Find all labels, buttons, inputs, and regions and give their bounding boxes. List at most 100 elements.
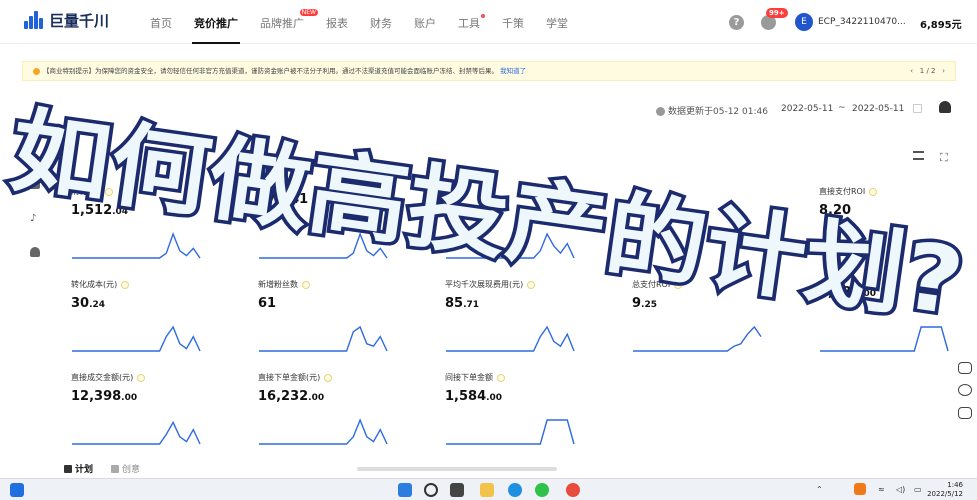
edge-icon[interactable]: [508, 483, 522, 497]
metric-label: 间接下单金额: [445, 372, 595, 383]
metric-value-decimal: .00: [860, 289, 877, 299]
trend-line: [72, 232, 201, 259]
horizontal-scrollbar[interactable]: [357, 467, 557, 471]
question-icon[interactable]: [674, 280, 683, 289]
metric-value-decimal: .00: [121, 393, 138, 403]
search-icon[interactable]: [424, 483, 438, 497]
headset-icon[interactable]: [958, 384, 972, 396]
metric-value-decimal: .25: [641, 300, 657, 310]
nav-item-home[interactable]: 首页: [150, 15, 172, 31]
date-separator: ~: [838, 103, 846, 113]
trend-line: [633, 325, 762, 352]
metric-card[interactable]: 直接下单金额(元) 16,232.00: [258, 372, 408, 462]
wechat-icon[interactable]: [535, 483, 549, 497]
nav-item-brand[interactable]: 品牌推广 NEW: [260, 9, 318, 31]
feedback-icon[interactable]: [958, 407, 972, 419]
end-date[interactable]: 2022-05-11: [852, 104, 904, 114]
tab-creative[interactable]: 创意: [111, 462, 140, 475]
nav-item-qiance[interactable]: 千策: [502, 15, 524, 31]
nav-item-reports[interactable]: 报表: [326, 15, 348, 31]
metric-card[interactable]: 1,584.00: [819, 279, 969, 369]
metric-value-int: 8.20: [819, 203, 852, 218]
question-icon[interactable]: [527, 280, 536, 289]
metric-card[interactable]: [632, 186, 782, 276]
metric-value: 85.71: [445, 296, 595, 311]
metric-card[interactable]: 消耗(元) 1,512.04: [71, 186, 221, 276]
metric-card[interactable]: 平均千次展现费用(元) 85.71: [445, 279, 595, 369]
metric-label-text: 间接下单金额: [445, 373, 493, 382]
user-icon[interactable]: [30, 247, 40, 257]
metric-card[interactable]: 间接下单金额 1,584.00: [445, 372, 595, 462]
question-icon[interactable]: [137, 373, 146, 382]
question-icon[interactable]: [324, 373, 333, 382]
metric-value-int: 12,398: [71, 389, 122, 404]
tab-plan-label: 计划: [75, 465, 94, 475]
metric-card[interactable]: [445, 186, 595, 276]
nav-item-academy[interactable]: 学堂: [546, 15, 568, 31]
info-icon: [656, 107, 665, 116]
trend-sparkline: [820, 326, 949, 352]
nav-item-brand-label: 品牌推广: [260, 17, 304, 30]
metric-value-int: 17,641: [258, 192, 309, 207]
question-icon[interactable]: [105, 187, 114, 196]
nav-item-tools[interactable]: 工具: [458, 14, 485, 31]
tray-app-icon[interactable]: [854, 483, 866, 495]
next-arrow-icon[interactable]: ›: [942, 67, 945, 75]
expand-icon[interactable]: ⛶: [940, 151, 948, 165]
chrome-icon[interactable]: [566, 483, 580, 497]
widgets-icon[interactable]: [10, 483, 24, 497]
nav-item-finance[interactable]: 财务: [370, 15, 392, 31]
tray-chevron-icon[interactable]: ⌃: [816, 485, 823, 494]
columns-settings-icon[interactable]: [913, 151, 924, 160]
metric-value-int: 16,232: [258, 389, 309, 404]
clock[interactable]: 1:46 2022/5/12: [927, 481, 963, 499]
metric-label: 消耗(元): [71, 186, 221, 197]
windows-start-icon[interactable]: [398, 483, 412, 497]
trend-sparkline: [446, 419, 575, 445]
calendar-icon[interactable]: [913, 104, 922, 113]
task-view-icon[interactable]: [450, 483, 464, 497]
notice-ack-link[interactable]: 我知道了: [500, 67, 526, 75]
douyin-icon[interactable]: ♪: [30, 213, 40, 224]
metric-card[interactable]: 直接支付ROI 8.20: [819, 186, 969, 276]
trend-sparkline: [72, 325, 201, 352]
favorite-icon[interactable]: [958, 362, 972, 374]
metric-card[interactable]: 17,641: [258, 186, 408, 276]
tab-plan[interactable]: 计划: [64, 462, 93, 475]
logo[interactable]: 巨量千川: [22, 9, 109, 31]
bell-icon[interactable]: [939, 101, 951, 113]
notice-text: 【商业特别提示】为保障您的资金安全，请勿轻信任何非官方充值渠道，谨防资金账户被不…: [43, 67, 498, 75]
metric-card[interactable]: 直接成交金额(元) 12,398.00: [71, 372, 221, 462]
trend-sparkline: [446, 232, 575, 259]
battery-icon[interactable]: ▭: [914, 485, 922, 494]
metric-card[interactable]: 新增粉丝数 61: [258, 279, 408, 369]
start-date[interactable]: 2022-05-11: [781, 104, 833, 114]
help-icon[interactable]: ?: [729, 15, 744, 30]
plan-icon: [64, 464, 72, 473]
wifi-icon[interactable]: ≈: [878, 485, 885, 494]
question-icon[interactable]: [497, 373, 505, 382]
nav-item-tools-label: 工具: [458, 17, 480, 30]
question-icon[interactable]: [121, 280, 130, 289]
data-update-time: 数据更新于05-12 01:46: [656, 104, 768, 117]
folder-icon[interactable]: [30, 179, 40, 189]
metric-value-decimal: .24: [89, 300, 106, 310]
trend-line: [259, 418, 388, 445]
nav-item-account[interactable]: 账户: [414, 15, 436, 31]
metric-card[interactable]: 转化成本(元) 30.24: [71, 279, 221, 369]
trend-sparkline: [633, 325, 762, 352]
metric-value-int: 1,584: [819, 285, 861, 300]
metric-value: 9.25: [632, 296, 782, 311]
avatar[interactable]: E: [795, 13, 813, 31]
prev-arrow-icon[interactable]: ‹: [910, 67, 913, 75]
question-icon[interactable]: [302, 280, 310, 289]
trend-sparkline: [72, 232, 201, 259]
question-icon[interactable]: [869, 187, 878, 196]
account-name[interactable]: ECP_3422110470...: [818, 17, 906, 27]
metric-value-decimal: .71: [463, 300, 480, 310]
nav-item-bidding[interactable]: 竞价推广: [192, 15, 240, 44]
volume-icon[interactable]: ◁): [896, 485, 905, 494]
file-explorer-icon[interactable]: [480, 483, 494, 497]
metric-card[interactable]: 总支付ROI 9.25: [632, 279, 782, 369]
trend-sparkline: [446, 325, 575, 352]
